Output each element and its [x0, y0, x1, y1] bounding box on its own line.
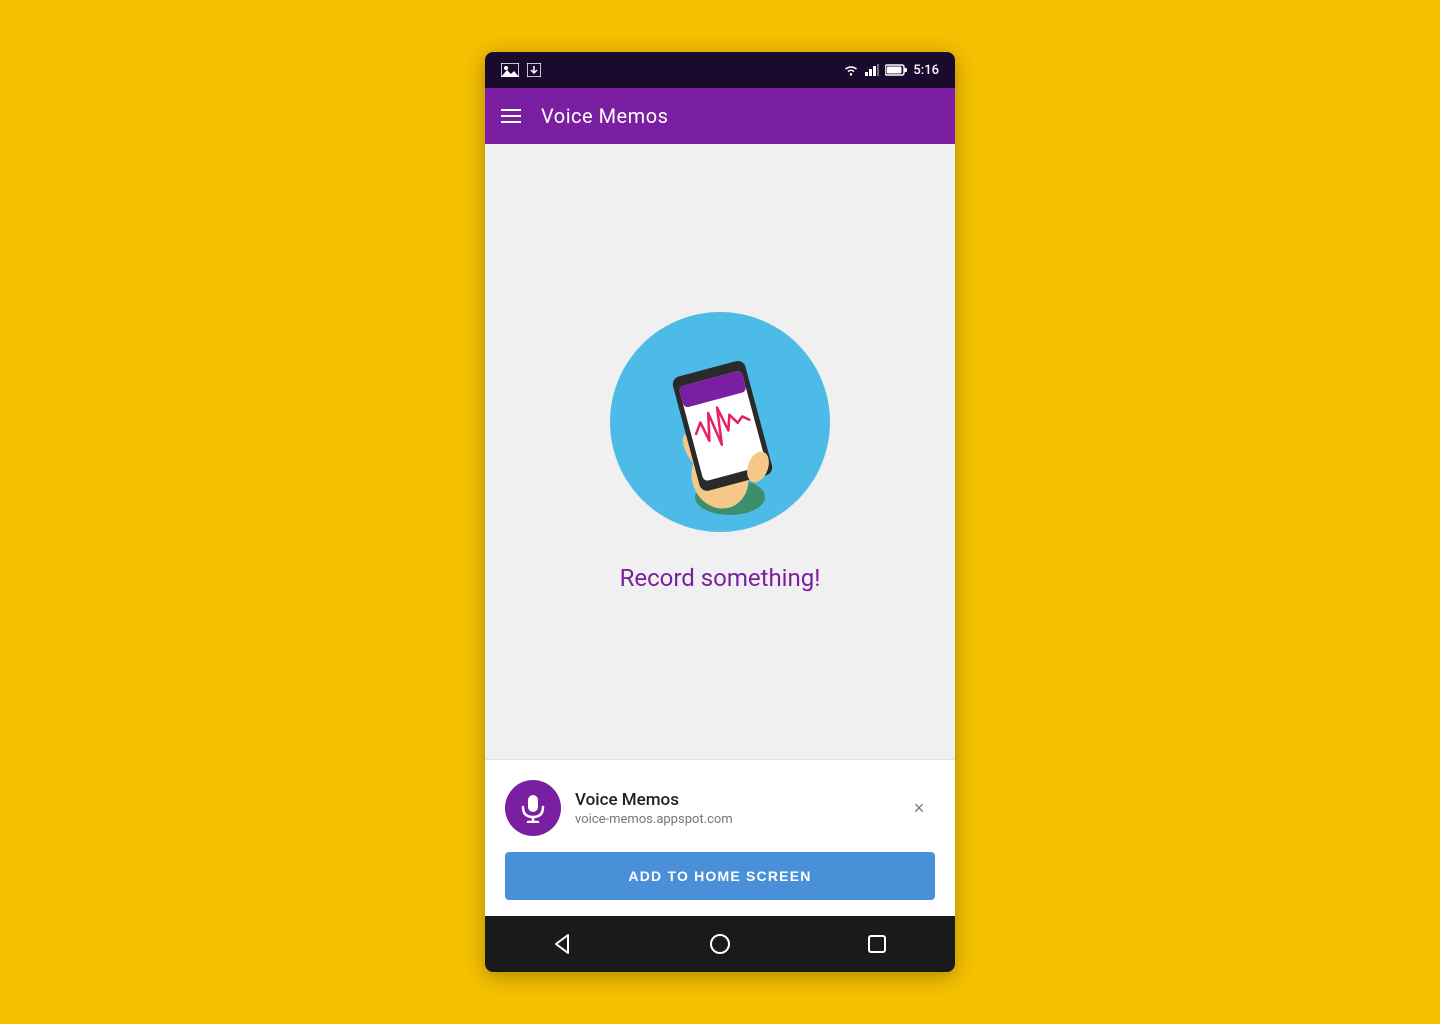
- illustration-circle: [610, 312, 830, 532]
- phone-frame: 5:16 Voice Memos: [485, 52, 955, 972]
- record-illustration: [630, 322, 810, 522]
- bottom-sheet-app-name: Voice Memos: [575, 790, 733, 810]
- bottom-sheet: Voice Memos voice-memos.appspot.com × AD…: [485, 759, 955, 916]
- app-name-section: Voice Memos voice-memos.appspot.com: [575, 790, 733, 827]
- signal-icon: [865, 64, 879, 76]
- bottom-sheet-app-url: voice-memos.appspot.com: [575, 812, 733, 827]
- add-to-home-button[interactable]: ADD TO HOME SCREEN: [505, 852, 935, 900]
- wifi-icon: [843, 64, 859, 76]
- back-icon: [552, 933, 574, 955]
- battery-icon: [885, 64, 907, 76]
- recent-icon: [867, 934, 887, 954]
- app-info: Voice Memos voice-memos.appspot.com: [505, 780, 733, 836]
- microphone-icon: [518, 793, 548, 823]
- status-bar-left: [501, 63, 541, 77]
- nav-bar: [485, 916, 955, 972]
- home-icon: [709, 933, 731, 955]
- hamburger-menu-button[interactable]: [501, 109, 521, 123]
- app-bar: Voice Memos: [485, 88, 955, 144]
- main-content: Record something!: [485, 144, 955, 759]
- app-icon: [505, 780, 561, 836]
- empty-state-text: Record something!: [620, 564, 821, 592]
- status-time: 5:16: [913, 63, 939, 78]
- back-button[interactable]: [539, 920, 587, 968]
- bottom-sheet-header: Voice Memos voice-memos.appspot.com ×: [505, 780, 935, 836]
- close-button[interactable]: ×: [903, 792, 935, 824]
- recent-apps-button[interactable]: [853, 920, 901, 968]
- app-title: Voice Memos: [541, 104, 668, 128]
- status-bar: 5:16: [485, 52, 955, 88]
- home-button[interactable]: [696, 920, 744, 968]
- download-status-icon: [527, 63, 541, 77]
- image-status-icon: [501, 63, 519, 77]
- status-bar-right: 5:16: [843, 63, 939, 78]
